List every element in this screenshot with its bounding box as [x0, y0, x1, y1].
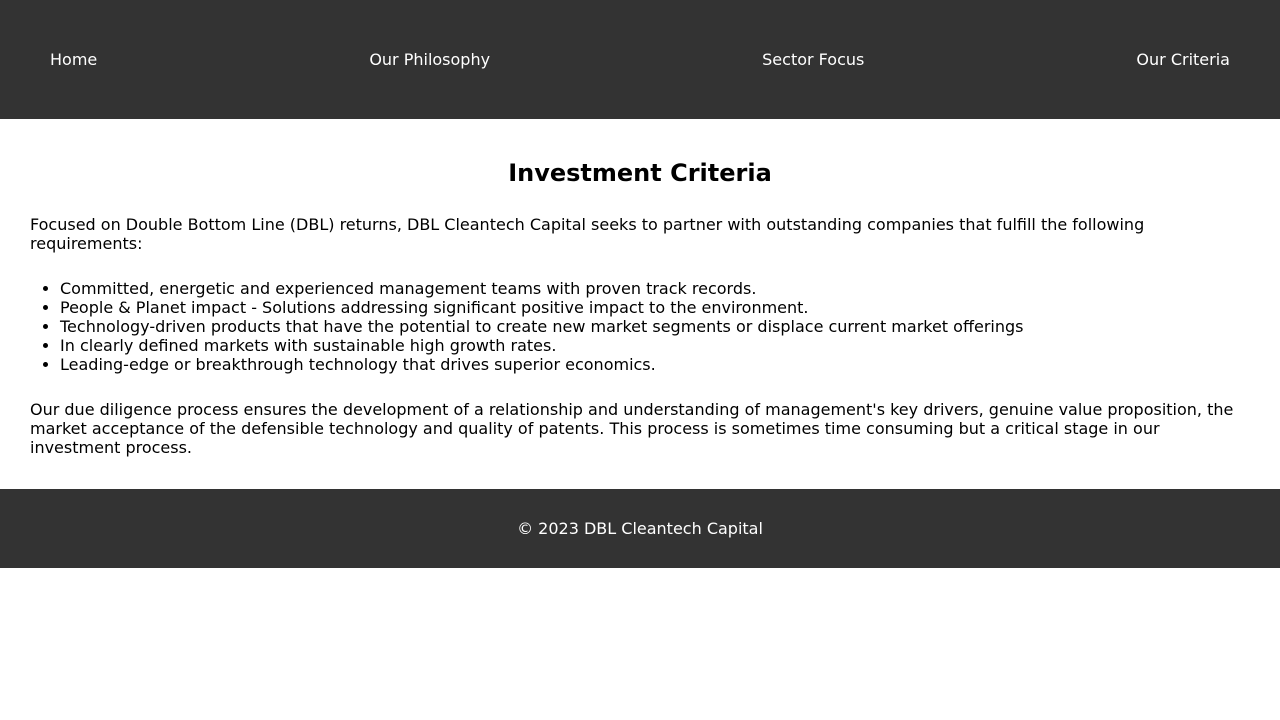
footer: © 2023 DBL Cleantech Capital — [0, 489, 1280, 568]
criteria-item: Leading-edge or breakthrough technology … — [60, 355, 1250, 374]
main-content: Investment Criteria Focused on Double Bo… — [0, 119, 1280, 489]
nav-link-our-philosophy[interactable]: Our Philosophy — [369, 50, 490, 69]
intro-paragraph: Focused on Double Bottom Line (DBL) retu… — [30, 215, 1145, 253]
criteria-item: Committed, energetic and experienced man… — [60, 279, 1250, 298]
criteria-item: In clearly defined markets with sustaina… — [60, 336, 1250, 355]
criteria-item: Technology-driven products that have the… — [60, 317, 1250, 336]
nav-link-our-criteria[interactable]: Our Criteria — [1136, 50, 1230, 69]
nav-link-home[interactable]: Home — [50, 50, 97, 69]
copyright-text: © 2023 DBL Cleantech Capital — [517, 519, 763, 538]
criteria-item: People & Planet impact - Solutions addre… — [60, 298, 1250, 317]
main-nav: Home Our Philosophy Sector Focus Our Cri… — [0, 0, 1280, 119]
page-title: Investment Criteria — [508, 159, 772, 187]
due-diligence-paragraph: Our due diligence process ensures the de… — [30, 400, 1234, 457]
nav-link-sector-focus[interactable]: Sector Focus — [762, 50, 864, 69]
criteria-list: Committed, energetic and experienced man… — [30, 279, 1250, 374]
